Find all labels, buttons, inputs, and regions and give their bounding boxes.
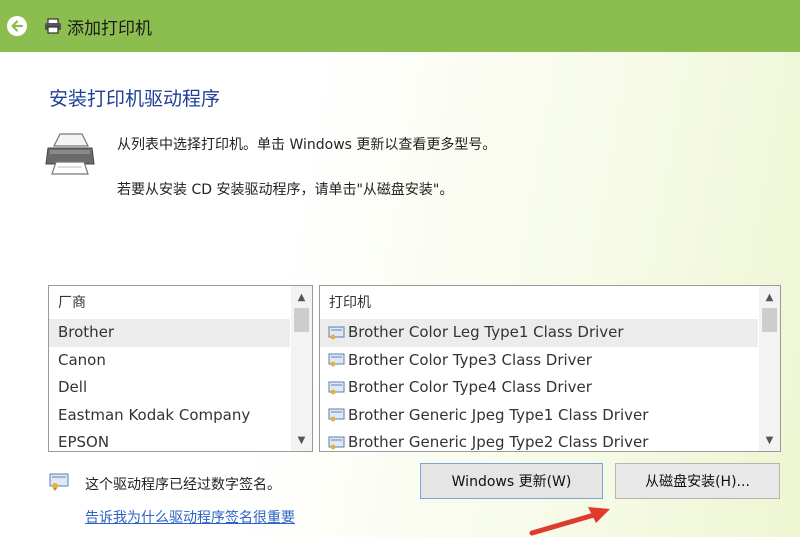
manufacturer-scrollbar[interactable]: ▲ ▼ xyxy=(291,286,312,451)
scroll-thumb[interactable] xyxy=(762,308,777,332)
printer-item-label: Brother Generic Jpeg Type1 Class Driver xyxy=(348,405,649,424)
have-disk-button[interactable]: 从磁盘安装(H)... xyxy=(615,463,780,499)
annotation-arrow-icon xyxy=(528,505,612,541)
window-title: 添加打印机 xyxy=(67,18,152,39)
printer-item[interactable]: Brother Generic Jpeg Type2 Class Driver xyxy=(320,429,758,451)
printer-icon xyxy=(44,18,62,34)
printer-item-label: Brother Generic Jpeg Type2 Class Driver xyxy=(348,433,649,451)
manufacturer-list[interactable]: 厂商 Brother Canon Dell Eastman Kodak Comp… xyxy=(48,285,313,452)
driver-icon xyxy=(328,326,345,340)
printer-item-label: Brother Color Leg Type1 Class Driver xyxy=(348,323,624,341)
printer-item[interactable]: Brother Generic Jpeg Type1 Class Driver xyxy=(320,402,758,430)
manufacturer-item-kodak[interactable]: Eastman Kodak Company xyxy=(49,402,290,430)
driver-icon xyxy=(328,381,345,395)
signed-driver-text: 这个驱动程序已经过数字签名。 xyxy=(85,477,281,493)
printer-scrollbar[interactable]: ▲ ▼ xyxy=(759,286,780,451)
driver-icon xyxy=(328,408,345,422)
scroll-down-icon[interactable]: ▼ xyxy=(291,431,312,449)
scroll-up-icon[interactable]: ▲ xyxy=(759,288,780,306)
page-heading: 安装打印机驱动程序 xyxy=(49,88,221,110)
scroll-down-icon[interactable]: ▼ xyxy=(759,431,780,449)
signed-driver-icon xyxy=(49,473,69,495)
driver-signing-link[interactable]: 告诉我为什么驱动程序签名很重要 xyxy=(85,507,295,527)
manufacturer-item-epson[interactable]: EPSON xyxy=(49,429,290,451)
printer-item-label: Brother Color Type3 Class Driver xyxy=(348,350,592,369)
manufacturer-item-canon[interactable]: Canon xyxy=(49,347,290,375)
printer-item[interactable]: Brother Color Type3 Class Driver xyxy=(320,347,758,375)
back-button[interactable] xyxy=(7,16,27,36)
instruction-text-2: 若要从安装 CD 安装驱动程序，请单击"从磁盘安装"。 xyxy=(117,182,454,198)
driver-icon xyxy=(328,436,345,450)
printer-item[interactable]: Brother Color Type4 Class Driver xyxy=(320,374,758,402)
printer-item[interactable]: Brother Color Leg Type1 Class Driver xyxy=(320,319,758,347)
manufacturer-item-dell[interactable]: Dell xyxy=(49,374,290,402)
driver-icon xyxy=(328,353,345,367)
scroll-up-icon[interactable]: ▲ xyxy=(291,288,312,306)
printer-item-label: Brother Color Type4 Class Driver xyxy=(348,378,592,396)
printer-list-header: 打印机 xyxy=(329,295,371,311)
manufacturer-item-brother[interactable]: Brother xyxy=(49,319,290,347)
printer-icon xyxy=(44,132,96,180)
title-bar: 添加打印机 xyxy=(0,0,800,52)
instruction-text-1: 从列表中选择打印机。单击 Windows 更新以查看更多型号。 xyxy=(117,137,497,153)
manufacturer-list-header: 厂商 xyxy=(58,295,86,311)
windows-update-button[interactable]: Windows 更新(W) xyxy=(420,463,603,499)
scroll-thumb[interactable] xyxy=(294,308,309,332)
back-arrow-icon xyxy=(10,19,24,33)
printer-list[interactable]: 打印机 Brother Color Leg Type1 Class Driver… xyxy=(319,285,781,452)
